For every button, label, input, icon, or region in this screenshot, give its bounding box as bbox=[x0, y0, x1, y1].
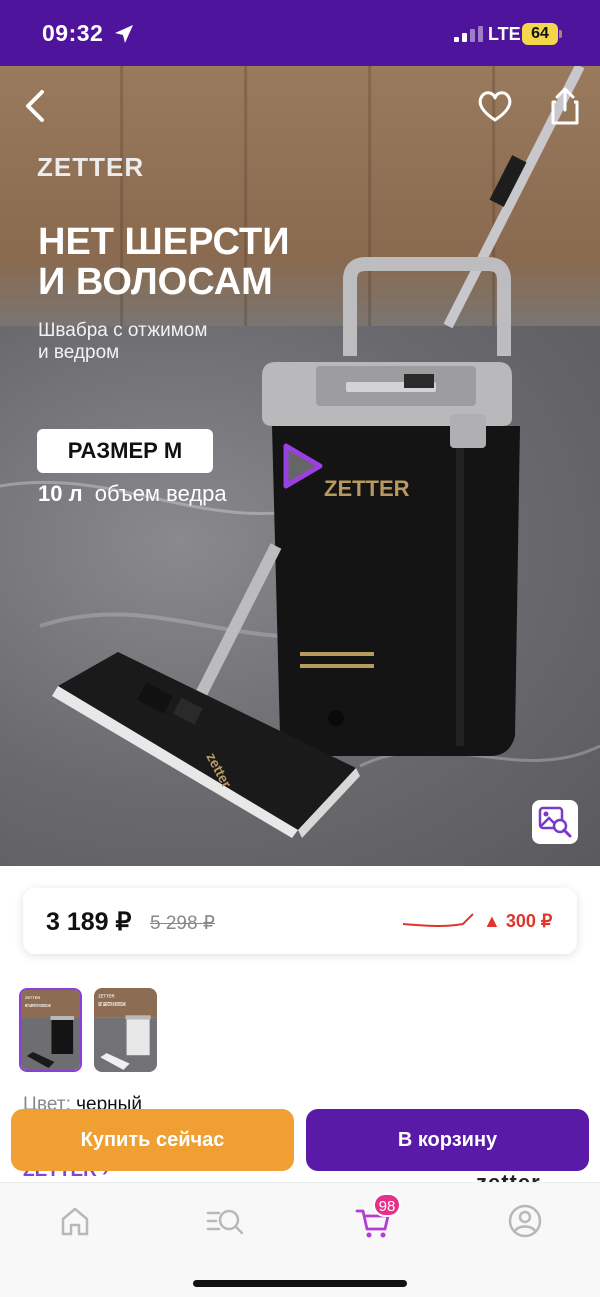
product-image[interactable]: ZETTER zetter ZETTER НЕТ ШЕРСТИ И ВОЛОСА… bbox=[0, 66, 600, 866]
home-icon[interactable] bbox=[55, 1201, 95, 1241]
volume-value: 10 л bbox=[38, 481, 83, 506]
catalog-search-icon[interactable] bbox=[205, 1201, 245, 1241]
bucket-brand-text: ZETTER bbox=[324, 476, 410, 501]
home-indicator bbox=[193, 1280, 407, 1287]
volume-text: объем ведра bbox=[94, 481, 227, 506]
hero-subline: Швабра с отжимом и ведром bbox=[38, 320, 268, 364]
status-time: 09:32 bbox=[42, 20, 104, 46]
price-card[interactable]: 3 189 ₽ 5 298 ₽ ▲ 300 ₽ bbox=[23, 888, 577, 954]
add-to-cart-button[interactable]: В корзину bbox=[306, 1109, 589, 1171]
network-type: LTE bbox=[488, 24, 521, 44]
image-search-icon bbox=[538, 806, 572, 838]
hero-headline: НЕТ ШЕРСТИ И ВОЛОСАМ bbox=[38, 222, 358, 302]
battery-tip bbox=[559, 30, 562, 38]
thumbnail-black-brand: ZETTER bbox=[25, 995, 40, 1000]
thumbnail-gray-headline: НЕТ ШЕРСТИ И ВОЛОСАМ bbox=[98, 1002, 126, 1008]
image-search-button[interactable] bbox=[532, 800, 578, 844]
thumbnail-black-headline: НЕТ ШЕРСТИ И ВОЛОСАМ bbox=[25, 1003, 51, 1009]
profile-icon[interactable] bbox=[505, 1201, 545, 1241]
price-change: ▲ 300 ₽ bbox=[483, 911, 553, 931]
price-change-value: 300 ₽ bbox=[505, 911, 553, 931]
play-icon[interactable] bbox=[278, 440, 326, 492]
hero-headline-line1: НЕТ ШЕРСТИ bbox=[38, 221, 290, 263]
battery-level: 64 bbox=[522, 23, 558, 45]
share-button[interactable] bbox=[548, 86, 582, 126]
price-old: 5 298 ₽ bbox=[150, 913, 215, 934]
location-arrow-icon bbox=[115, 25, 133, 43]
hero-subline-line1: Швабра с отжимом bbox=[38, 320, 208, 341]
price-history-sparkline bbox=[402, 913, 474, 928]
favorite-button[interactable] bbox=[476, 88, 514, 124]
tab-bar: 98 bbox=[0, 1182, 600, 1297]
volume-caption: 10 л объем ведра bbox=[38, 481, 227, 507]
thumbnail-black-image: ZETTER НЕТ ШЕРСТИ И ВОЛОСАМ bbox=[21, 990, 80, 1070]
thumbnail-gray[interactable]: ZETTER НЕТ ШЕРСТИ И ВОЛОСАМ bbox=[94, 988, 157, 1072]
thumbnail-black[interactable]: ZETTER НЕТ ШЕРСТИ И ВОЛОСАМ bbox=[19, 988, 82, 1072]
status-bar: 09:32 LTE 64 bbox=[0, 0, 600, 66]
size-chip: РАЗМЕР М bbox=[37, 429, 213, 473]
price-current: 3 189 ₽ bbox=[46, 908, 132, 936]
back-button[interactable] bbox=[18, 86, 54, 126]
hero-headline-line2: И ВОЛОСАМ bbox=[38, 261, 273, 303]
signal-icon bbox=[454, 26, 483, 42]
hero-brand: ZETTER bbox=[37, 152, 145, 182]
buy-now-button[interactable]: Купить сейчас bbox=[11, 1109, 294, 1171]
thumbnail-gray-image: ZETTER НЕТ ШЕРСТИ И ВОЛОСАМ bbox=[94, 988, 157, 1072]
thumbnail-gray-brand: ZETTER bbox=[98, 993, 114, 998]
hero-subline-line2: и ведром bbox=[38, 342, 120, 363]
cart-count-badge: 98 bbox=[373, 1193, 401, 1217]
